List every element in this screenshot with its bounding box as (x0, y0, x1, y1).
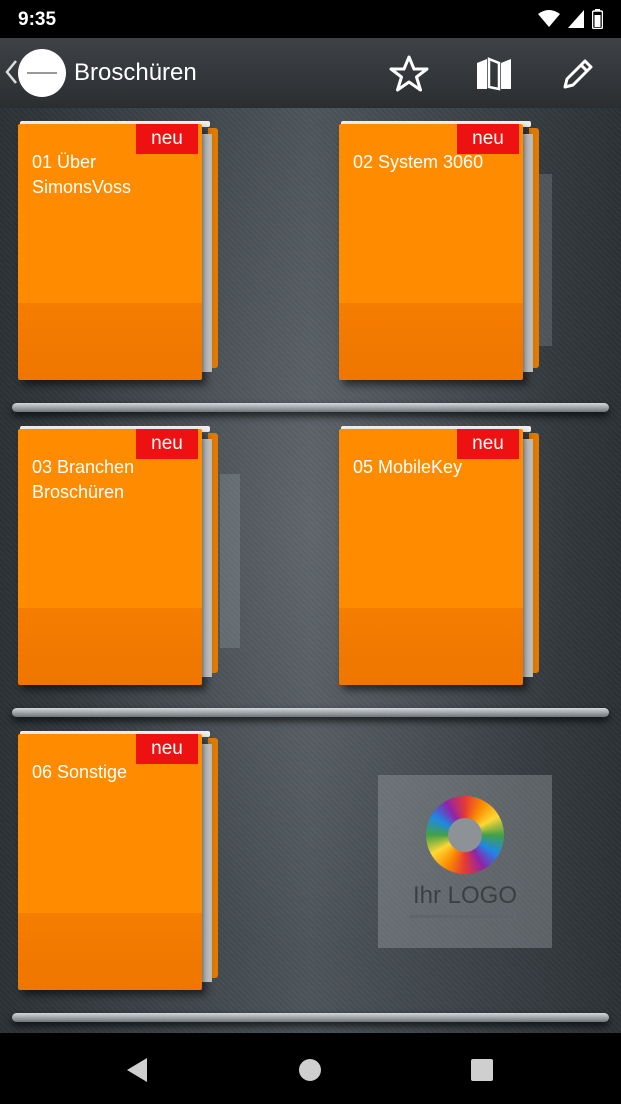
color-wheel-icon (426, 796, 504, 874)
status-time: 9:35 (18, 9, 57, 30)
folder-01[interactable]: neu 01 Über SimonsVoss (18, 121, 218, 380)
status-icons (538, 9, 603, 29)
recents-icon (471, 1059, 493, 1081)
nav-back-button[interactable] (120, 1053, 154, 1087)
navigation-bar (0, 1033, 621, 1104)
folder-shadow-tab (220, 474, 240, 648)
bookshelf: neu 01 Über SimonsVoss neu 02 System 306… (0, 108, 621, 1033)
favorites-button[interactable] (387, 52, 431, 96)
folder-label: 02 System 3060 (353, 152, 484, 172)
shelf-plank (12, 403, 609, 412)
folder-02[interactable]: neu 02 System 3060 (339, 121, 539, 380)
app-logo[interactable] (18, 49, 66, 97)
signal-icon (568, 10, 584, 28)
wifi-icon (538, 10, 560, 27)
logo-placeholder[interactable]: Ihr LOGO (378, 775, 552, 948)
page-title: Broschüren (74, 59, 197, 86)
app-bar: Broschüren (0, 38, 621, 110)
nav-home-button[interactable] (293, 1053, 327, 1087)
logo-placeholder-line (410, 915, 520, 918)
edit-button[interactable] (556, 52, 600, 96)
nav-recents-button[interactable] (465, 1053, 499, 1087)
star-icon (389, 55, 429, 92)
edit-icon (563, 59, 593, 89)
status-bar: 9:35 (0, 0, 621, 38)
back-icon (127, 1058, 147, 1082)
shelf-plank (12, 708, 609, 717)
folder-label: 06 Sonstige (32, 762, 128, 782)
logo-placeholder-text: Ihr LOGO (412, 882, 518, 909)
folder-label: 03 Branchen Broschüren (32, 457, 135, 502)
folder-05[interactable]: neu 05 MobileKey (339, 426, 539, 685)
map-icon (477, 57, 511, 91)
logo-mark (27, 72, 57, 74)
map-button[interactable] (472, 52, 516, 96)
shelf-plank (12, 1013, 609, 1022)
back-chevron-icon[interactable] (4, 58, 18, 86)
battery-icon (592, 9, 603, 29)
home-icon (299, 1059, 321, 1081)
folder-06[interactable]: neu 06 Sonstige (18, 731, 218, 990)
folder-03[interactable]: neu 03 Branchen Broschüren (18, 426, 218, 685)
folder-label: 05 MobileKey (353, 457, 463, 477)
folder-label: 01 Über SimonsVoss (32, 152, 132, 197)
